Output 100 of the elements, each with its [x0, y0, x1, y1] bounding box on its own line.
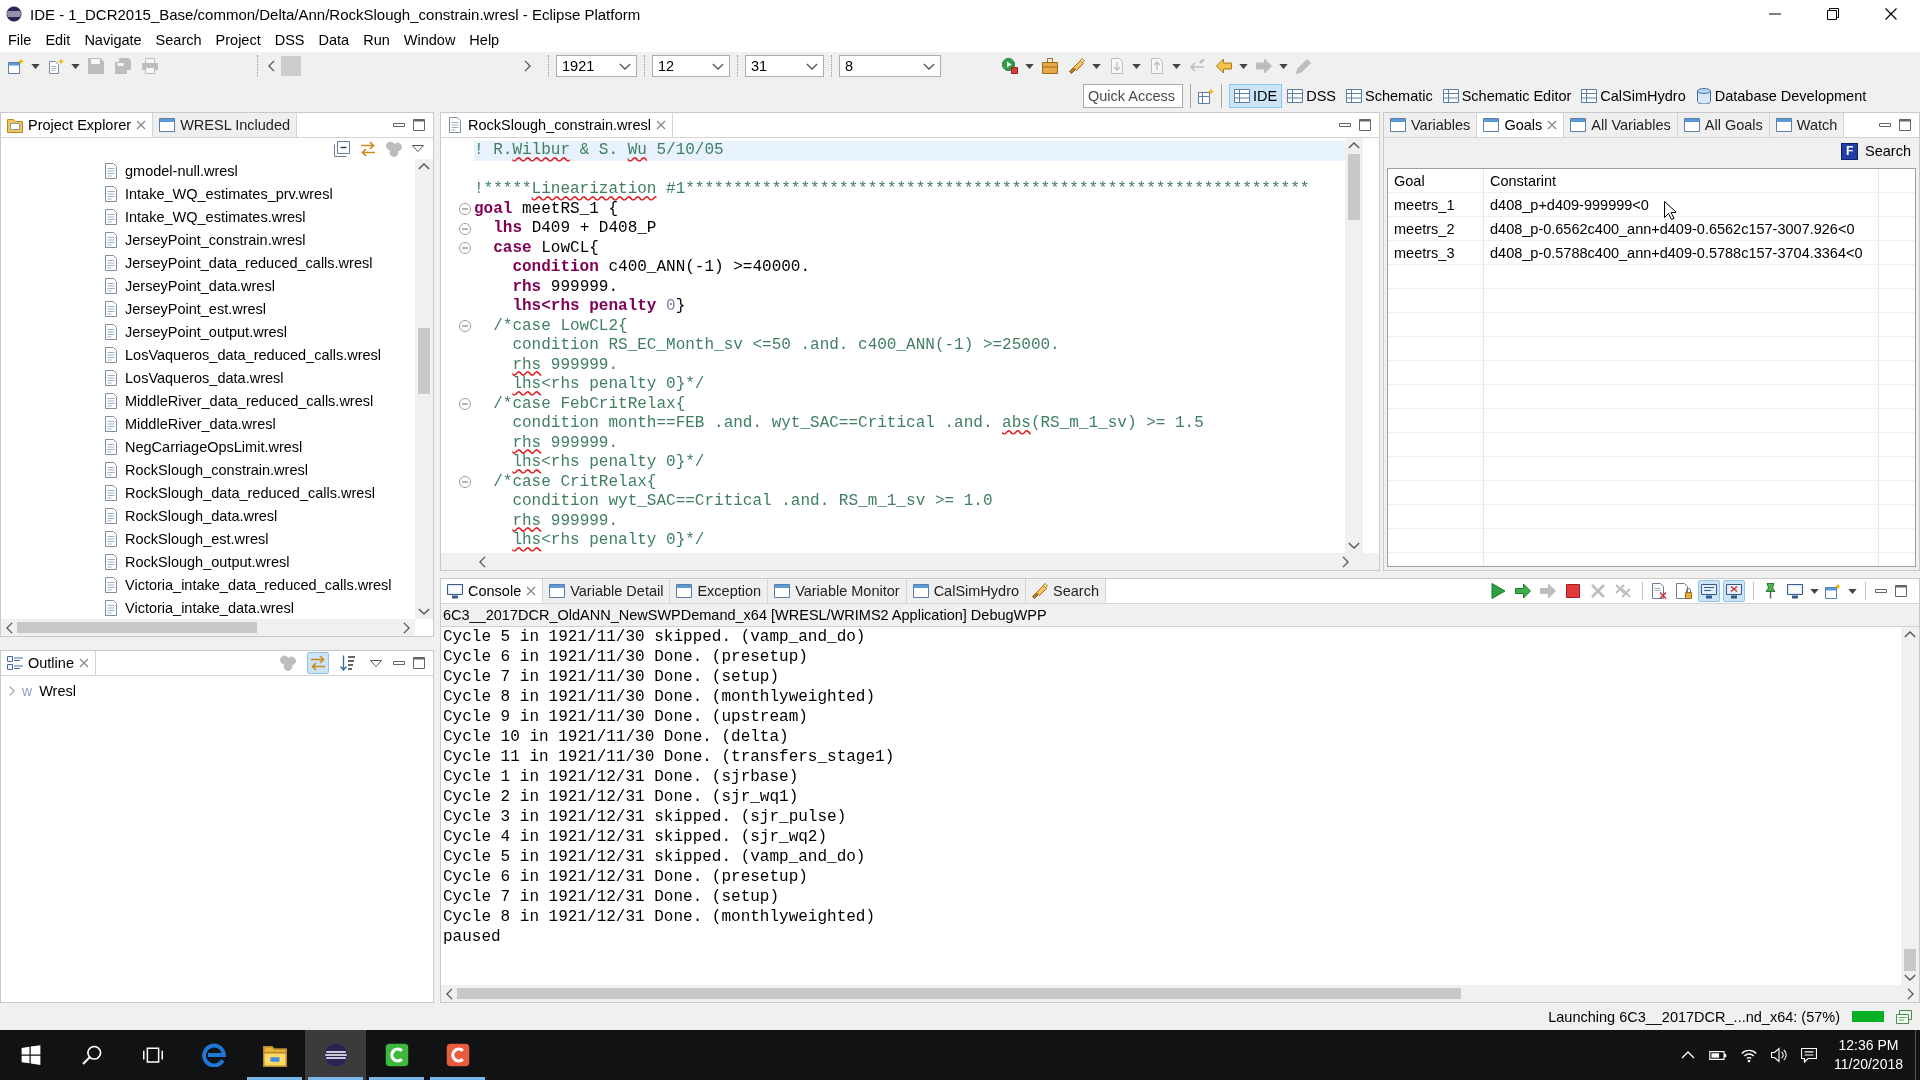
explorer-tree-item[interactable]: RockSlough_output.wresl [1, 550, 415, 573]
stacked-windows-icon[interactable] [1896, 1008, 1912, 1025]
chevron-left-icon[interactable] [6, 621, 13, 634]
minimize-icon[interactable] [393, 123, 405, 127]
scroll-thumb[interactable] [457, 988, 1461, 999]
close-icon[interactable] [526, 586, 537, 596]
perspective-button[interactable]: Schematic [1341, 84, 1438, 108]
chevron-right-icon[interactable] [1907, 987, 1914, 1000]
caret-icon[interactable] [71, 63, 80, 69]
explorer-tree-item[interactable]: MiddleRiver_data_reduced_calls.wresl [1, 389, 415, 412]
taskbar-app-button[interactable] [305, 1030, 366, 1080]
minimize-icon[interactable] [393, 661, 405, 665]
chevron-up-icon[interactable] [418, 163, 430, 170]
maximize-icon[interactable] [413, 657, 425, 669]
scroll-handle[interactable] [281, 56, 301, 76]
explorer-tree-item[interactable]: Intake_WQ_estimates_prv.wresl [1, 182, 415, 205]
chevron-down-icon[interactable] [418, 608, 430, 615]
minimize-icon[interactable] [1875, 589, 1887, 593]
menu-item[interactable]: Window [396, 29, 463, 51]
tab[interactable]: Exception [670, 579, 769, 603]
menu-item[interactable]: Run [356, 29, 397, 51]
maximize-icon[interactable] [1899, 119, 1911, 131]
caret-icon[interactable] [31, 63, 40, 69]
scroll-thumb[interactable] [1348, 154, 1360, 220]
caret-icon[interactable] [1810, 588, 1819, 594]
perspective-button[interactable]: IDE [1229, 84, 1283, 108]
close-icon[interactable] [655, 120, 666, 130]
caret-icon[interactable] [1848, 588, 1857, 594]
menu-item[interactable]: Data [311, 29, 357, 51]
speaker-icon[interactable] [1770, 1047, 1787, 1063]
dropdown-field[interactable]: 31 [745, 55, 824, 77]
monitor-lines-button[interactable] [1698, 580, 1720, 602]
explorer-tree-item[interactable]: Victoria_intake_data.wresl [1, 596, 415, 619]
minimize-icon[interactable] [1879, 123, 1891, 127]
document-lock-button[interactable] [1673, 580, 1695, 602]
minimize-icon[interactable] [1339, 123, 1351, 127]
perspective-button[interactable]: CalSimHydro [1576, 84, 1691, 108]
chevron-up-icon[interactable] [1904, 631, 1916, 638]
explorer-tree-item[interactable]: RockSlough_constrain.wresl [1, 458, 415, 481]
tab[interactable]: Watch [1769, 113, 1845, 137]
caret-icon[interactable] [1092, 63, 1101, 69]
menu-item[interactable]: File [1, 29, 39, 51]
perspective-button[interactable]: Database Development [1690, 84, 1872, 108]
menu-item[interactable]: Project [208, 29, 268, 51]
dropdown-field[interactable]: 12 [652, 55, 730, 77]
maximize-icon[interactable] [413, 119, 425, 131]
perspective-button[interactable]: DSS [1282, 84, 1341, 108]
chevron-up-icon[interactable] [1348, 142, 1360, 149]
maximize-icon[interactable] [1895, 585, 1907, 597]
flashlight-button[interactable] [1066, 55, 1088, 77]
tab[interactable]: All Goals [1677, 113, 1770, 137]
explorer-tree-item[interactable]: MiddleRiver_data.wresl [1, 412, 415, 435]
briefcase-button[interactable] [1039, 55, 1061, 77]
explorer-tree-item[interactable]: JerseyPoint_constrain.wresl [1, 228, 415, 251]
caret-icon[interactable] [1239, 63, 1248, 69]
scroll-thumb[interactable] [17, 622, 257, 633]
explorer-tree-item[interactable]: RockSlough_est.wresl [1, 527, 415, 550]
table-sparkle-icon[interactable] [1198, 88, 1214, 104]
explorer-tree-item[interactable]: LosVaqueros_data_reduced_calls.wresl [1, 343, 415, 366]
scroll-thumb[interactable] [418, 328, 430, 394]
explorer-tree-item[interactable]: JerseyPoint_data.wresl [1, 274, 415, 297]
dropdown-field[interactable]: 8 [839, 55, 941, 77]
explorer-tree-item[interactable]: JerseyPoint_data_reduced_calls.wresl [1, 251, 415, 274]
explorer-tree-item[interactable]: LosVaqueros_data.wresl [1, 366, 415, 389]
caret-icon[interactable] [1025, 63, 1034, 69]
tab[interactable]: All Variables [1564, 113, 1678, 137]
tab[interactable]: Variables [1384, 113, 1478, 137]
quick-access-field[interactable]: Quick Access [1083, 84, 1183, 108]
chevron-left-icon[interactable] [479, 555, 486, 568]
wifi-icon[interactable] [1740, 1047, 1757, 1063]
explorer-tree-item[interactable]: JerseyPoint_output.wresl [1, 320, 415, 343]
dropdown-field[interactable]: 1921 [556, 55, 637, 77]
chevron-down-icon[interactable] [1348, 542, 1360, 549]
menu-item[interactable]: Edit [38, 29, 78, 51]
menu-item[interactable]: Search [148, 29, 209, 51]
explorer-tree-item[interactable]: JerseyPoint_est.wresl [1, 297, 415, 320]
chevron-right-icon[interactable] [524, 60, 531, 72]
chevron-right-icon[interactable] [9, 686, 15, 696]
maximize-icon[interactable] [1359, 119, 1371, 131]
monitor-x-button[interactable] [1723, 580, 1745, 602]
close-icon[interactable] [136, 120, 147, 130]
search-button[interactable]: F Search [1841, 142, 1911, 160]
close-icon[interactable] [78, 658, 89, 668]
explorer-tree-item[interactable]: Intake_WQ_estimates.wresl [1, 205, 415, 228]
chevron-right-icon[interactable] [403, 621, 410, 634]
menu-item[interactable]: DSS [267, 29, 312, 51]
chevron-left-icon[interactable] [446, 987, 453, 1000]
chevron-left-icon[interactable] [268, 60, 275, 72]
speech-bubble-icon[interactable] [1800, 1047, 1817, 1063]
view-menu-button[interactable] [409, 142, 427, 155]
play-circle-button[interactable] [999, 55, 1021, 77]
battery-icon[interactable] [1708, 1049, 1727, 1061]
tab[interactable]: Variable Detail [543, 579, 671, 603]
perspective-button[interactable]: Schematic Editor [1437, 84, 1577, 108]
chevron-down-icon[interactable] [1904, 974, 1916, 981]
tab[interactable]: Variable Monitor [768, 579, 907, 603]
menu-item[interactable]: Help [462, 29, 507, 51]
explorer-tree-item[interactable]: RockSlough_data.wresl [1, 504, 415, 527]
tab[interactable]: CalSimHydro [906, 579, 1027, 603]
explorer-tree-item[interactable]: Victoria_intake_data_reduced_calls.wresl [1, 573, 415, 596]
